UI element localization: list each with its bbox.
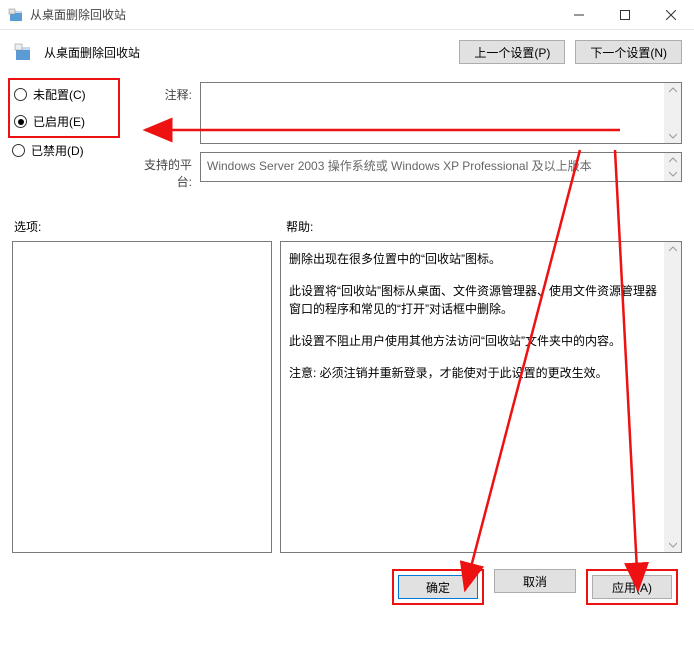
apply-highlight: 应用(A) bbox=[586, 569, 678, 605]
options-pane bbox=[12, 241, 272, 553]
next-setting-button[interactable]: 下一个设置(N) bbox=[575, 40, 682, 64]
options-label: 选项: bbox=[12, 218, 280, 235]
radio-label: 已启用(E) bbox=[33, 113, 85, 130]
help-pane: 删除出现在很多位置中的“回收站”图标。 此设置将“回收站”图标从桌面、文件资源管… bbox=[280, 241, 682, 553]
radio-icon bbox=[12, 144, 25, 157]
scroll-up-icon[interactable] bbox=[664, 242, 681, 256]
help-text: 此设置将“回收站”图标从桌面、文件资源管理器、使用文件资源管理器窗口的程序和常见… bbox=[289, 282, 663, 318]
help-text: 注意: 必须注销并重新登录，才能使对于此设置的更改生效。 bbox=[289, 364, 663, 382]
apply-button[interactable]: 应用(A) bbox=[592, 575, 672, 599]
window-title: 从桌面删除回收站 bbox=[30, 6, 556, 23]
app-icon bbox=[8, 7, 24, 23]
platform-box: Windows Server 2003 操作系统或 Windows XP Pro… bbox=[200, 152, 682, 182]
comment-textarea[interactable] bbox=[200, 82, 682, 144]
minimize-button[interactable] bbox=[556, 0, 602, 29]
scrollbar[interactable] bbox=[664, 242, 681, 552]
scroll-up-icon[interactable] bbox=[664, 153, 681, 167]
prev-setting-button[interactable]: 上一个设置(P) bbox=[459, 40, 565, 64]
policy-header: 从桌面删除回收站 上一个设置(P) 下一个设置(N) bbox=[12, 40, 682, 64]
policy-icon bbox=[12, 41, 34, 63]
help-label: 帮助: bbox=[280, 218, 313, 235]
scroll-down-icon[interactable] bbox=[664, 167, 681, 181]
radio-label: 已禁用(D) bbox=[31, 142, 84, 159]
help-text: 此设置不阻止用户使用其他方法访问“回收站”文件夹中的内容。 bbox=[289, 332, 663, 350]
ok-button[interactable]: 确定 bbox=[398, 575, 478, 599]
maximize-button[interactable] bbox=[602, 0, 648, 29]
platform-label: 支持的平台: bbox=[134, 152, 200, 190]
platform-value: Windows Server 2003 操作系统或 Windows XP Pro… bbox=[207, 159, 592, 173]
radio-enabled[interactable]: 已启用(E) bbox=[14, 113, 114, 130]
ok-highlight: 确定 bbox=[392, 569, 484, 605]
cancel-button[interactable]: 取消 bbox=[494, 569, 576, 593]
close-button[interactable] bbox=[648, 0, 694, 29]
state-radio-group: 未配置(C) 已启用(E) 已禁用(D) bbox=[12, 82, 116, 198]
radio-disabled[interactable]: 已禁用(D) bbox=[12, 142, 116, 159]
title-bar: 从桌面删除回收站 bbox=[0, 0, 694, 30]
scroll-down-icon[interactable] bbox=[664, 129, 681, 143]
radio-label: 未配置(C) bbox=[33, 86, 86, 103]
window-buttons bbox=[556, 0, 694, 29]
policy-title: 从桌面删除回收站 bbox=[44, 44, 449, 61]
radio-not-configured[interactable]: 未配置(C) bbox=[14, 86, 114, 103]
scroll-up-icon[interactable] bbox=[664, 83, 681, 97]
help-text: 删除出现在很多位置中的“回收站”图标。 bbox=[289, 250, 663, 268]
dialog-footer: 确定 取消 应用(A) bbox=[12, 569, 682, 605]
radio-icon bbox=[14, 88, 27, 101]
scrollbar[interactable] bbox=[664, 153, 681, 181]
radio-icon bbox=[14, 115, 27, 128]
scroll-down-icon[interactable] bbox=[664, 538, 681, 552]
scrollbar[interactable] bbox=[664, 83, 681, 143]
comment-label: 注释: bbox=[134, 82, 200, 144]
